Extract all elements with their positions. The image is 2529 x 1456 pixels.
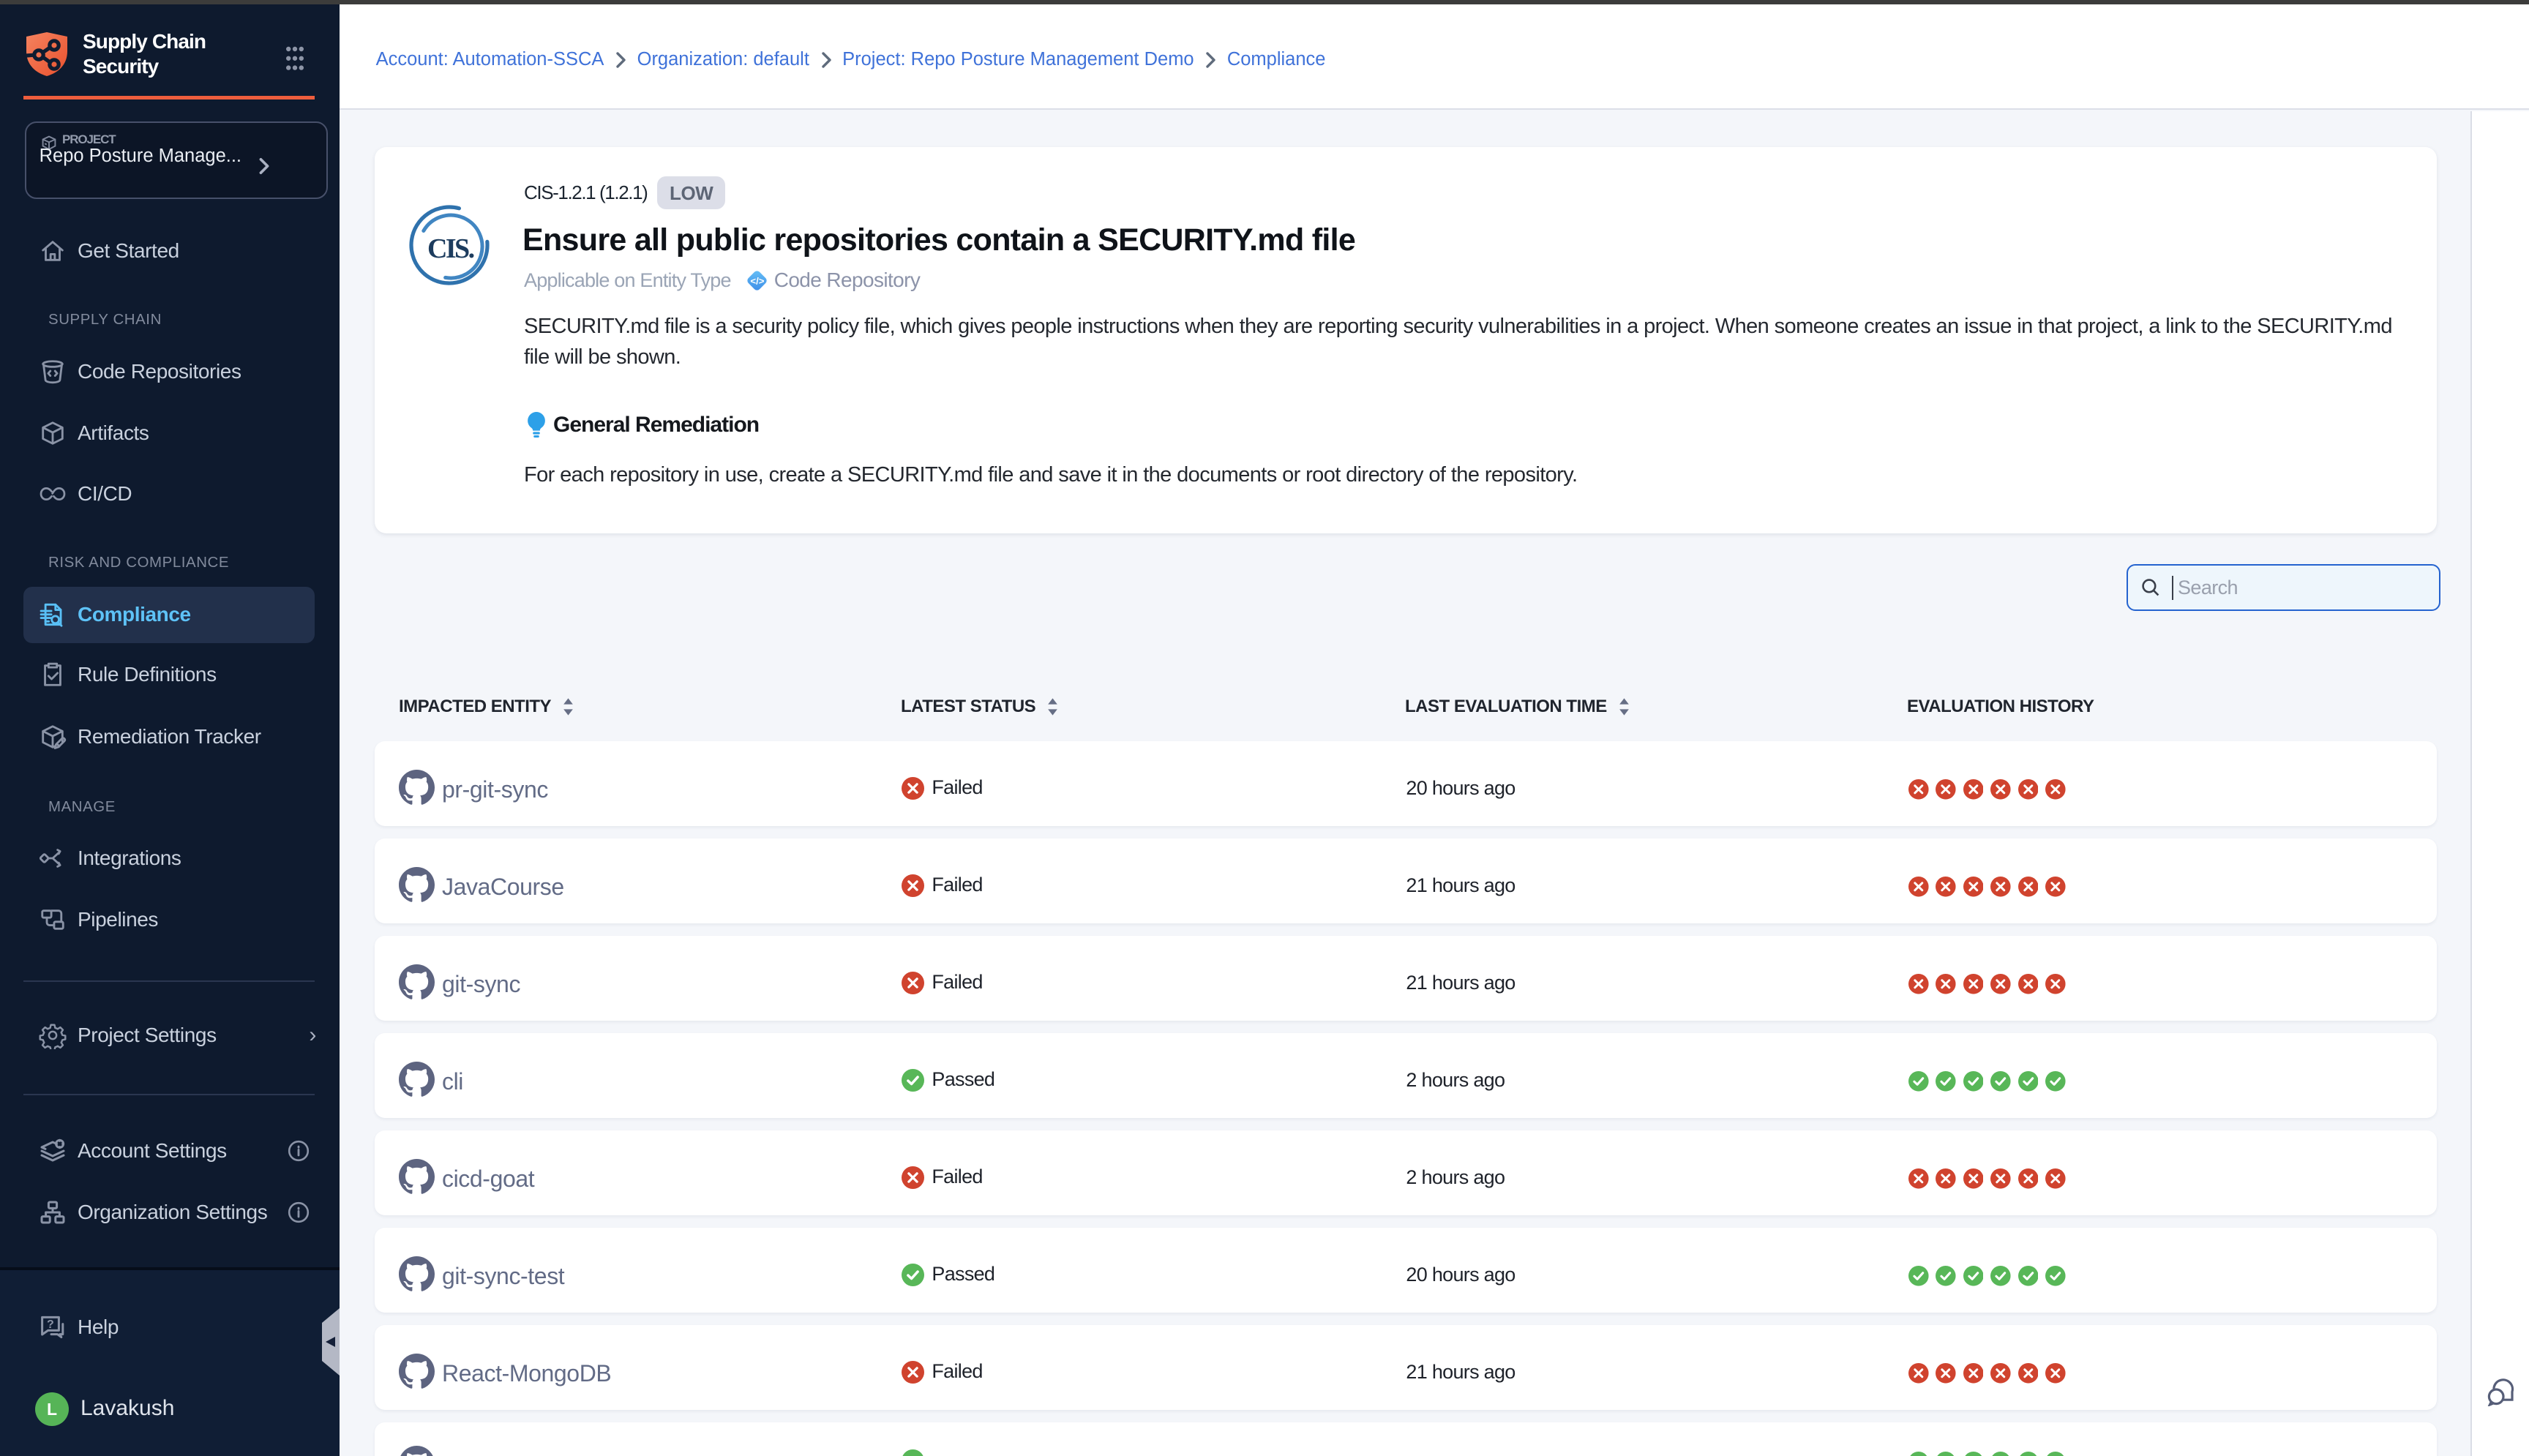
svg-text:</>: </> [750,275,764,286]
svg-text:?: ? [47,1318,53,1331]
svg-text:CIS.: CIS. [427,233,474,264]
